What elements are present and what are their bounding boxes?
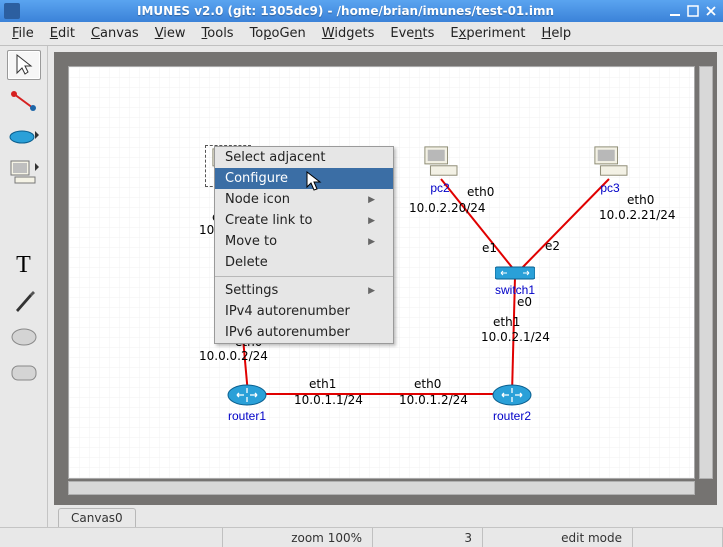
router-icon: [227, 383, 267, 407]
chevron-right-icon: ▶: [368, 216, 375, 226]
node-context-menu: Select adjacent Configure Node icon▶ Cre…: [214, 146, 394, 344]
pc3-iface: eth0: [627, 193, 654, 207]
minimize-button[interactable]: [667, 3, 683, 19]
node-pc2[interactable]: pc2: [421, 145, 459, 195]
left-toolbar: T: [0, 46, 48, 527]
ctx-configure[interactable]: Configure: [215, 168, 393, 189]
pc3-label: pc3: [591, 181, 629, 195]
status-left: [0, 528, 223, 547]
node-router2[interactable]: router2: [492, 383, 532, 423]
pc3-ip: 10.0.2.21/24: [599, 208, 676, 222]
switch1-e1: e1: [482, 241, 497, 255]
chevron-right-icon: ▶: [368, 195, 375, 205]
statusbar: zoom 100% 3 edit mode: [0, 527, 723, 547]
tool-select[interactable]: [7, 50, 41, 80]
tool-pc[interactable]: [7, 158, 41, 188]
router2-eth0: eth0: [414, 377, 441, 391]
pc-icon: [591, 145, 629, 179]
status-mode: edit mode: [483, 528, 633, 547]
window-title: IMUNES v2.0 (git: 1305dc9) - /home/brian…: [26, 4, 665, 18]
menu-canvas[interactable]: Canvas: [83, 23, 147, 44]
switch1-e2: e2: [545, 239, 560, 253]
canvas-tab-0[interactable]: Canvas0: [58, 508, 136, 527]
menu-file[interactable]: File: [4, 23, 42, 44]
maximize-button[interactable]: [685, 3, 701, 19]
pc-icon: [421, 145, 459, 179]
ctx-create-link-to[interactable]: Create link to▶: [215, 210, 393, 231]
tool-link[interactable]: [7, 86, 41, 116]
router2-eth0-ip: 10.0.1.2/24: [399, 393, 468, 407]
node-pc3[interactable]: pc3: [591, 145, 629, 195]
chevron-right-icon: ▶: [368, 286, 375, 296]
router2-eth1-ip: 10.0.2.1/24: [481, 330, 550, 344]
status-num: 3: [373, 528, 483, 547]
pc2-label: pc2: [421, 181, 459, 195]
tool-freehand[interactable]: [7, 286, 41, 316]
horizontal-scrollbar[interactable]: [68, 481, 695, 495]
tool-router[interactable]: [7, 122, 41, 152]
router1-eth1-ip: 10.0.1.1/24: [294, 393, 363, 407]
tool-rect[interactable]: [7, 358, 41, 388]
ctx-ipv6-autorenumber[interactable]: IPv6 autorenumber: [215, 322, 393, 343]
window-titlebar: IMUNES v2.0 (git: 1305dc9) - /home/brian…: [0, 0, 723, 22]
menubar: File Edit Canvas View Tools TopoGen Widg…: [0, 22, 723, 46]
menu-tools[interactable]: Tools: [194, 23, 242, 44]
menu-widgets[interactable]: Widgets: [314, 23, 383, 44]
ctx-select-adjacent[interactable]: Select adjacent: [215, 147, 393, 168]
vertical-scrollbar[interactable]: [699, 66, 713, 479]
ctx-move-to[interactable]: Move to▶: [215, 231, 393, 252]
switch1-e0: e0: [517, 295, 532, 309]
tool-text[interactable]: T: [7, 250, 41, 280]
router2-label: router2: [492, 409, 532, 423]
chevron-right-icon: ▶: [368, 237, 375, 247]
pc2-iface: eth0: [467, 185, 494, 199]
router-icon: [492, 383, 532, 407]
router1-eth1: eth1: [309, 377, 336, 391]
menu-view[interactable]: View: [147, 23, 194, 44]
ctx-node-icon[interactable]: Node icon▶: [215, 189, 393, 210]
router1-label: router1: [227, 409, 267, 423]
status-right: [633, 528, 723, 547]
ctx-settings[interactable]: Settings▶: [215, 280, 393, 301]
close-button[interactable]: [703, 3, 719, 19]
ctx-separator: [215, 276, 393, 277]
menu-edit[interactable]: Edit: [42, 23, 83, 44]
node-switch1[interactable]: switch1: [495, 265, 535, 297]
menu-help[interactable]: Help: [534, 23, 580, 44]
canvas-tabs: Canvas0: [48, 505, 723, 527]
app-icon: [4, 3, 20, 19]
router2-eth1: eth1: [493, 315, 520, 329]
tool-oval[interactable]: [7, 322, 41, 352]
pc2-ip: 10.0.2.20/24: [409, 201, 486, 215]
node-router1[interactable]: router1: [227, 383, 267, 423]
ctx-ipv4-autorenumber[interactable]: IPv4 autorenumber: [215, 301, 393, 322]
ctx-delete[interactable]: Delete: [215, 252, 393, 273]
menu-experiment[interactable]: Experiment: [442, 23, 533, 44]
status-zoom: zoom 100%: [223, 528, 373, 547]
router1-eth0-ip: 10.0.0.2/24: [199, 349, 268, 363]
menu-topogen[interactable]: TopoGen: [242, 23, 314, 44]
menu-events[interactable]: Events: [382, 23, 442, 44]
switch-icon: [495, 265, 535, 281]
